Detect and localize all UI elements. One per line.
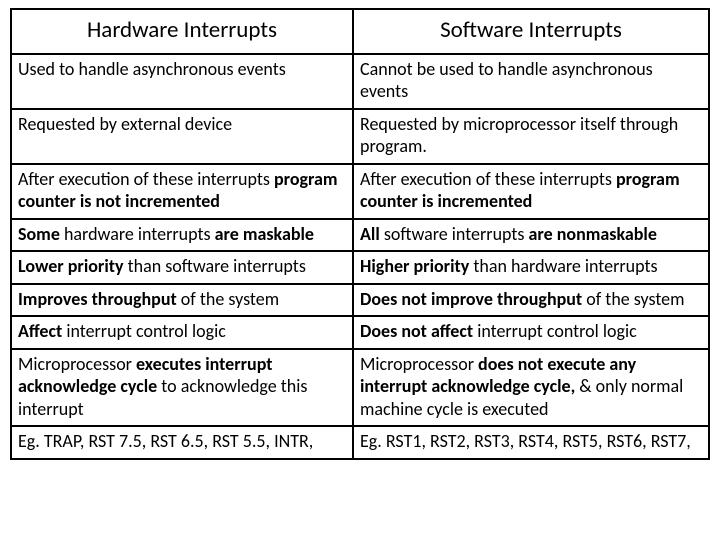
cell-hardware: Improves throughput of the system <box>11 284 353 317</box>
table-row: Requested by external deviceRequested by… <box>11 109 709 164</box>
cell-software: Does not improve throughput of the syste… <box>353 284 709 317</box>
cell-software: Does not affect interrupt control logic <box>353 316 709 349</box>
table-body: Used to handle asynchronous eventsCannot… <box>11 54 709 459</box>
cell-software: Microprocessor does not execute any inte… <box>353 349 709 427</box>
table-row: Microprocessor executes interrupt acknow… <box>11 349 709 427</box>
table-row: Used to handle asynchronous eventsCannot… <box>11 54 709 109</box>
cell-hardware: Used to handle asynchronous events <box>11 54 353 109</box>
header-software: Software Interrupts <box>353 9 709 54</box>
cell-software: Requested by microprocessor itself throu… <box>353 109 709 164</box>
cell-software: Eg. RST1, RST2, RST3, RST4, RST5, RST6, … <box>353 426 709 459</box>
cell-hardware: After execution of these interrupts prog… <box>11 164 353 219</box>
table-row: Improves throughput of the systemDoes no… <box>11 284 709 317</box>
table-row: Some hardware interrupts are maskableAll… <box>11 219 709 252</box>
table-row: After execution of these interrupts prog… <box>11 164 709 219</box>
interrupts-comparison-table: Hardware Interrupts Software Interrupts … <box>10 8 710 460</box>
cell-software: Higher priority than hardware interrupts <box>353 251 709 284</box>
cell-software: Cannot be used to handle asynchronous ev… <box>353 54 709 109</box>
cell-hardware: Some hardware interrupts are maskable <box>11 219 353 252</box>
table-row: Affect interrupt control logicDoes not a… <box>11 316 709 349</box>
table-row: Lower priority than software interruptsH… <box>11 251 709 284</box>
cell-hardware: Microprocessor executes interrupt acknow… <box>11 349 353 427</box>
cell-hardware: Lower priority than software interrupts <box>11 251 353 284</box>
header-hardware: Hardware Interrupts <box>11 9 353 54</box>
cell-hardware: Eg. TRAP, RST 7.5, RST 6.5, RST 5.5, INT… <box>11 426 353 459</box>
cell-hardware: Affect interrupt control logic <box>11 316 353 349</box>
table-row: Eg. TRAP, RST 7.5, RST 6.5, RST 5.5, INT… <box>11 426 709 459</box>
cell-hardware: Requested by external device <box>11 109 353 164</box>
cell-software: After execution of these interrupts prog… <box>353 164 709 219</box>
cell-software: All software interrupts are nonmaskable <box>353 219 709 252</box>
